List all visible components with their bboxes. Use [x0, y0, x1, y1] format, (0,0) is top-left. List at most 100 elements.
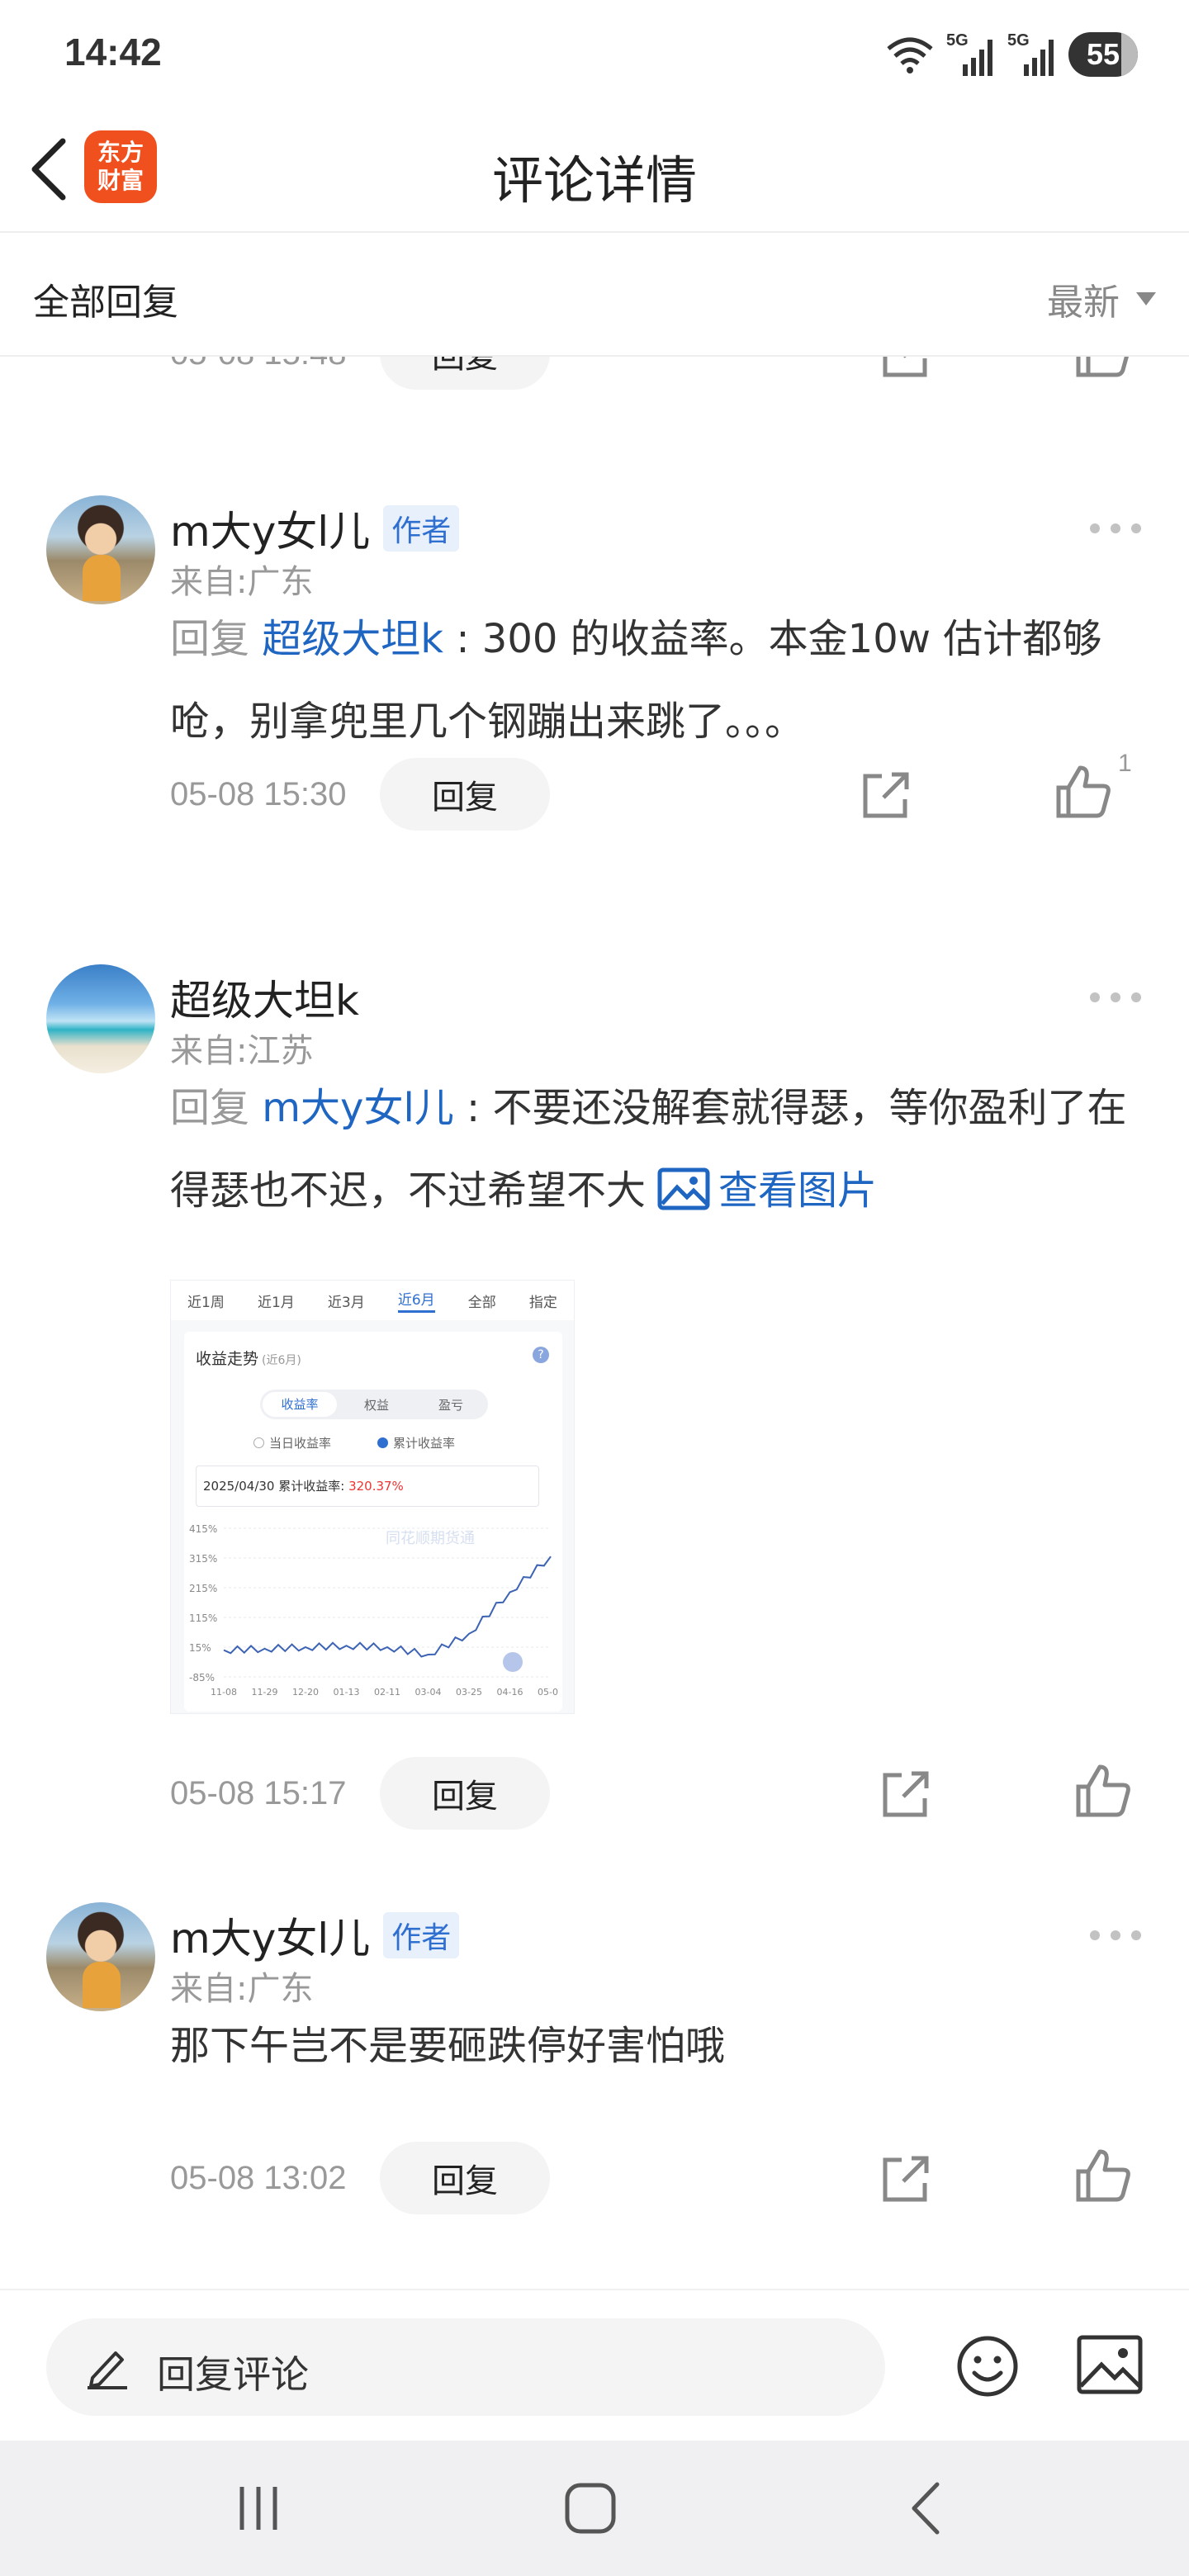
- image-tab-row: 近1周 近1月 近3月 近6月 全部 指定: [171, 1281, 574, 1320]
- image-value-label: 2025/04/30 累计收益率:: [203, 1479, 345, 1494]
- share-icon[interactable]: [877, 2150, 935, 2208]
- comment-author[interactable]: m大y女l儿 作者: [170, 1906, 460, 1965]
- author-badge: 作者: [383, 1912, 460, 1958]
- chart-x-tick-label: 05-07: [538, 1687, 559, 1698]
- view-image-label: 查看图片: [718, 1167, 878, 1214]
- help-icon: ?: [533, 1347, 549, 1363]
- image-chart-title-text: 收益走势: [196, 1350, 259, 1368]
- comment-meta: 05-08 15:48 回复: [170, 357, 1161, 393]
- recent-apps-icon: [239, 2487, 277, 2530]
- reply-button[interactable]: 回复: [380, 2142, 550, 2214]
- reply-button[interactable]: 回复: [380, 357, 550, 390]
- comment-item: m大y女l儿 作者 来自:广东 那下午岂不是要砸跌停好害怕哦 05-08 13:0…: [0, 1902, 1189, 2249]
- share-icon[interactable]: [857, 766, 915, 824]
- username: m大y女l儿: [170, 508, 371, 556]
- chart-y-tick-label: 215%: [189, 1583, 217, 1594]
- image-radio-checked: 累计收益率: [377, 1434, 455, 1451]
- more-options-icon[interactable]: [1090, 512, 1141, 545]
- image-segment-control: 收益率 权益 盈亏: [260, 1390, 488, 1419]
- comment-author[interactable]: 超级大坦k: [170, 968, 359, 1027]
- recent-apps-button[interactable]: [221, 2474, 296, 2543]
- avatar[interactable]: [46, 1902, 155, 2011]
- sort-dropdown[interactable]: 最新: [1047, 272, 1156, 325]
- chart-x-tick-label: 03-04: [415, 1687, 442, 1698]
- nav-back-button[interactable]: [888, 2474, 963, 2543]
- image-tab: 近1月: [257, 1294, 295, 1311]
- comment-meta: 05-08 15:17 回复: [170, 1757, 1161, 1833]
- all-replies-label: 全部回复: [33, 282, 178, 324]
- comment-timestamp: 05-08 13:02: [170, 2160, 347, 2196]
- comment-timestamp: 05-08 15:17: [170, 1775, 347, 1811]
- chart-y-tick-label: 15%: [189, 1642, 211, 1654]
- comment-timestamp: 05-08 15:30: [170, 776, 347, 812]
- image-tab-active: 近6月: [397, 1288, 435, 1313]
- comment-location: 来自:广东: [170, 1970, 314, 2008]
- comment-author[interactable]: m大y女l儿 作者: [170, 499, 460, 558]
- image-value-box: 2025/04/30 累计收益率: 320.37%: [196, 1466, 539, 1507]
- view-image-link[interactable]: 查看图片: [646, 1167, 877, 1214]
- comment-timestamp: 05-08 15:48: [170, 357, 347, 372]
- image-radio-group: 当日收益率 累计收益率: [253, 1434, 455, 1451]
- share-icon[interactable]: [877, 357, 935, 383]
- share-icon[interactable]: [877, 1765, 935, 1823]
- chart-x-tick-label: 11-08: [211, 1687, 237, 1698]
- thumbs-up-icon[interactable]: [1054, 763, 1113, 822]
- battery-indicator: 55: [1068, 32, 1138, 77]
- more-options-icon[interactable]: [1090, 981, 1141, 1014]
- cellular-signal-icon: 5G: [1007, 31, 1057, 78]
- chart-x-tick-label: 12-20: [292, 1687, 319, 1698]
- reply-input-bar: 回复评论: [0, 2289, 1189, 2441]
- chart-watermark: 同花顺期货通: [386, 1530, 475, 1547]
- image-upload-icon[interactable]: [1077, 2335, 1143, 2394]
- attached-image-thumbnail[interactable]: 近1周 近1月 近3月 近6月 全部 指定 收益走势 (近6月) ? 收益率 权益…: [170, 1280, 575, 1714]
- image-tab: 指定: [528, 1294, 557, 1311]
- more-options-icon[interactable]: [1090, 1919, 1141, 1952]
- thumbs-up-icon[interactable]: [1073, 2147, 1133, 2206]
- emoji-icon[interactable]: [956, 2335, 1019, 2398]
- pencil-icon: [88, 2351, 127, 2389]
- comment-body[interactable]: 那下午岂不是要砸跌停好害怕哦: [170, 2005, 1144, 2087]
- chart-x-tick-label: 04-16: [497, 1687, 523, 1698]
- comment-body[interactable]: 回复 m大y女l儿 : 不要还没解套就得瑟，等你盈利了在得瑟也不迟，不过希望不大…: [170, 1067, 1144, 1232]
- battery-level: 55: [1086, 37, 1120, 71]
- system-nav-bar: [0, 2441, 1189, 2576]
- image-segment: 盈亏: [438, 1397, 463, 1413]
- reply-prefix: 回复: [170, 616, 250, 662]
- reply-button[interactable]: 回复: [380, 758, 550, 831]
- mention-link[interactable]: 超级大坦k: [262, 616, 443, 662]
- comment-body[interactable]: 回复 超级大坦k : 300 的收益率。本金10w 估计都够呛，别拿兜里几个钢蹦…: [170, 598, 1144, 763]
- thumbs-up-icon[interactable]: [1073, 357, 1133, 381]
- sort-label: 最新: [1047, 282, 1120, 324]
- app-header: 东方 财富 评论详情: [0, 107, 1189, 233]
- chart-x-tick-label: 03-25: [456, 1687, 482, 1698]
- image-tab: 近3月: [327, 1294, 365, 1311]
- comment-item: 05-08 15:48 回复: [0, 357, 1189, 400]
- cellular-signal-icon: 5G: [946, 31, 996, 78]
- image-chart-title: 收益走势 (近6月): [196, 1347, 301, 1369]
- image-segment: 权益: [363, 1397, 389, 1413]
- comment-location: 来自:广东: [170, 563, 314, 601]
- comment-meta: 05-08 15:30 回复 1: [170, 750, 1161, 834]
- avatar[interactable]: [46, 964, 155, 1073]
- username: 超级大坦k: [170, 977, 359, 1025]
- reply-button[interactable]: 回复: [380, 1757, 550, 1830]
- chart-y-tick-label: -85%: [189, 1672, 215, 1683]
- image-tab: 全部: [467, 1294, 496, 1311]
- image-icon: [657, 1167, 710, 1210]
- wifi-icon: [887, 37, 933, 73]
- status-icons: 5G 5G 55: [885, 30, 1138, 79]
- reply-input[interactable]: 回复评论: [46, 2318, 885, 2416]
- image-segment: 收益率: [263, 1392, 337, 1417]
- avatar[interactable]: [46, 495, 155, 604]
- sort-bar: 全部回复 最新: [0, 233, 1189, 357]
- chart-marker: [503, 1652, 523, 1672]
- image-radio: 当日收益率: [253, 1434, 331, 1451]
- comment-item: m大y女l儿 作者 来自:广东 回复 超级大坦k : 300 的收益率。本金10w…: [0, 495, 1189, 842]
- mention-link[interactable]: m大y女l儿: [262, 1085, 454, 1131]
- reply-prefix: 回复: [170, 1085, 250, 1131]
- chart-y-tick-label: 415%: [189, 1523, 217, 1535]
- status-bar: 14:42 5G 5G 55: [0, 0, 1189, 107]
- home-button[interactable]: [553, 2474, 628, 2543]
- image-chart-period: (近6月): [262, 1354, 301, 1367]
- thumbs-up-icon[interactable]: [1073, 1762, 1133, 1821]
